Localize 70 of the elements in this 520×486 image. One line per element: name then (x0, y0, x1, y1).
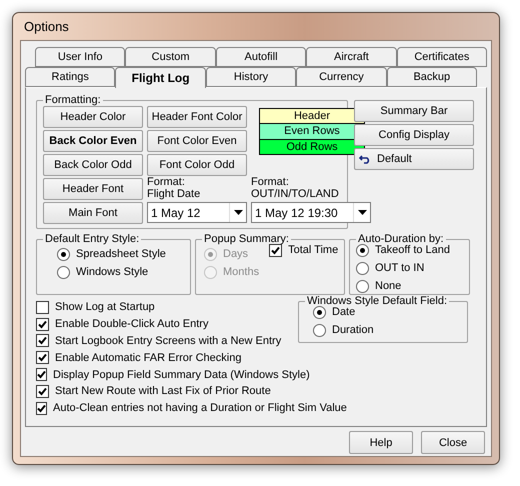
checkbox[interactable] (36, 318, 49, 331)
radio-button[interactable] (356, 244, 369, 256)
radio-label: None (375, 280, 402, 292)
format-button[interactable]: Header Color (43, 106, 143, 128)
dialog-button[interactable]: Close (421, 431, 485, 454)
radio-label: Days (223, 248, 248, 260)
checkbox-label: Enable Double-Click Auto Entry (55, 318, 208, 330)
format-button[interactable]: Back Color Even (43, 130, 143, 152)
dropdown-arrow-icon (358, 210, 366, 215)
color-preview-row: Header (260, 109, 364, 124)
format-button[interactable]: Header Font (43, 178, 143, 200)
radio-label: Months (223, 266, 260, 278)
radio-label: Duration (332, 324, 374, 336)
checkbox[interactable] (36, 402, 47, 415)
checkbox[interactable] (36, 334, 49, 348)
radio-button[interactable] (313, 324, 326, 336)
tab[interactable]: History (206, 67, 296, 87)
group-title: Popup Summary: (203, 233, 290, 245)
radio-label: Spreadsheet Style (76, 248, 166, 260)
side-button[interactable]: Default (354, 148, 474, 170)
checkbox-label: Start Logbook Entry Screens with a New Entry (55, 334, 282, 347)
checkbox-label: Enable Automatic FAR Error Checking (55, 352, 242, 364)
dropdown-arrow-icon (234, 210, 242, 215)
radio-button[interactable] (356, 262, 369, 274)
radio-button[interactable] (313, 306, 326, 318)
tab[interactable]: Flight Log (115, 67, 206, 88)
radio-button[interactable] (356, 280, 369, 292)
tab[interactable]: Custom (125, 47, 216, 67)
checkbox[interactable] (269, 244, 282, 256)
side-button[interactable]: Config Display (354, 124, 474, 146)
format-button[interactable]: Back Color Odd (43, 154, 143, 176)
check-icon (271, 246, 280, 254)
tab[interactable]: Ratings (25, 67, 116, 87)
format-dropdown[interactable]: 1 May 12 19:30 (251, 202, 371, 223)
radio-label: OUT to IN (375, 262, 424, 274)
dialog-button[interactable]: Help (349, 431, 413, 454)
tab[interactable]: User Info (35, 47, 126, 67)
format-label: Format: Flight Date (147, 176, 202, 200)
tab[interactable]: Autofill (216, 47, 306, 67)
checkbox[interactable] (36, 351, 49, 364)
window-title: Options (23, 18, 70, 36)
group-title: Formatting: (44, 94, 102, 106)
tab[interactable]: Currency (296, 67, 387, 87)
radio-button[interactable] (57, 248, 70, 260)
checkbox[interactable] (36, 300, 49, 314)
format-button[interactable]: Font Color Odd (147, 154, 247, 176)
checkbox-label: Start New Route with Last Fix of Prior Route (55, 385, 271, 398)
format-button[interactable]: Font Color Even (147, 130, 247, 152)
checkbox[interactable] (36, 384, 49, 398)
format-button[interactable]: Main Font (43, 202, 143, 224)
checkbox[interactable] (36, 368, 47, 382)
checkbox-label: Show Log at Startup (55, 301, 155, 314)
group-title: Windows Style Default Field: (306, 295, 448, 307)
checkbox-label: Total Time (288, 244, 338, 256)
checkbox-label: Display Popup Field Summary Data (Windows Style) (53, 368, 310, 381)
checkbox-label: Auto-Clean entries not having a Duration or Flight Sim Value (53, 402, 347, 414)
side-button[interactable]: Summary Bar (354, 100, 474, 122)
undo-icon (359, 154, 371, 164)
tab[interactable]: Certificates (396, 47, 488, 67)
radio-label: Date (332, 306, 356, 318)
format-label: Format: OUT/IN/TO/LAND (251, 176, 340, 200)
group-title: Default Entry Style: (44, 233, 140, 245)
group-title: Auto-Duration by: (357, 233, 445, 245)
format-button[interactable]: Header Font Color (147, 106, 247, 128)
radio-label: Windows Style (76, 266, 148, 278)
radio-button[interactable] (57, 266, 70, 278)
tab[interactable]: Backup (386, 67, 478, 87)
tab[interactable]: Aircraft (306, 47, 397, 67)
format-dropdown[interactable]: 1 May 12 (147, 202, 247, 223)
radio-label: Takeoff to Land (375, 244, 450, 256)
